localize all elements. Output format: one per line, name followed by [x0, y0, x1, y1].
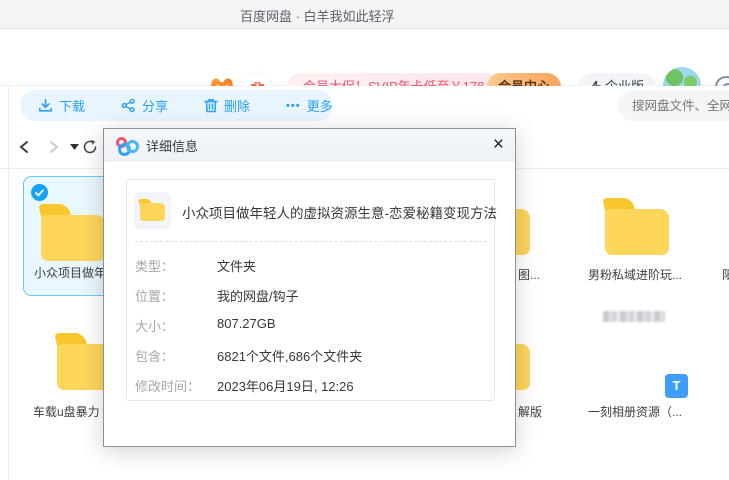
download-button[interactable]: 下载 — [20, 96, 103, 115]
share-icon — [121, 98, 136, 113]
folder-icon — [41, 204, 105, 261]
grid-item-label: 男粉私域进阶玩... — [588, 266, 682, 283]
toolbar-pill: 下载 分享 删除 — [20, 90, 333, 121]
detail-row-modified: 修改时间： 2023年06月19日, 12:26 — [135, 376, 487, 394]
header-bar: 会员大促！SVIP年卡低至￥178 会员中心 企业版 SVIP1 — [0, 29, 729, 86]
text-file-icon: T — [665, 374, 688, 398]
baidu-netdisk-window: 百度网盘 · 白羊我如此轻浮 会员大促！SVIP年卡低至￥178 — [0, 0, 729, 480]
delete-button[interactable]: 删除 — [186, 96, 268, 115]
grid-item-label: 解版 — [518, 403, 542, 420]
detail-row-location: 位置： 我的网盘/钩子 — [135, 286, 487, 304]
download-icon — [38, 98, 53, 113]
detail-row-type: 类型： 文件夹 — [135, 256, 487, 274]
details-modal: 详细信息 × 小众项目做年轻人的虚拟资源生意-恋爱秘籍变现方法 类型： 文件夹 … — [103, 128, 516, 447]
file-info-box: 小众项目做年轻人的虚拟资源生意-恋爱秘籍变现方法 类型： 文件夹 位置： 我的网… — [126, 179, 495, 401]
modal-title: 详细信息 — [146, 136, 198, 155]
more-button[interactable]: ••• 更多 — [268, 96, 351, 115]
checkmark-icon — [31, 184, 48, 201]
window-title: 百度网盘 · 白羊我如此轻浮 — [240, 6, 395, 25]
grid-item-label: 车载u盘暴力 — [33, 403, 100, 420]
baidu-netdisk-logo-icon — [116, 137, 138, 155]
action-toolbar: 下载 分享 删除 — [0, 86, 729, 126]
grid-item-label: 阳 — [722, 266, 729, 283]
grid-item-label: 一刻相册资源（... — [588, 403, 682, 420]
titlebar: 百度网盘 · 白羊我如此轻浮 — [0, 0, 729, 29]
refresh-button[interactable] — [80, 137, 100, 157]
forward-button[interactable] — [44, 137, 64, 157]
file-icon-tile — [134, 192, 171, 229]
share-button[interactable]: 分享 — [103, 96, 186, 115]
close-icon[interactable]: × — [493, 133, 504, 157]
left-edge-divider — [8, 86, 9, 480]
file-name: 小众项目做年轻人的虚拟资源生意-恋爱秘籍变现方法 — [182, 202, 497, 222]
modal-header: 详细信息 × — [104, 129, 515, 162]
folder-icon — [605, 198, 669, 255]
detail-row-contains: 包含： 6821个文件,686个文件夹 — [135, 346, 487, 364]
grid-item-label: 小众项目做年 — [34, 264, 106, 281]
blurred-text — [603, 311, 665, 322]
trash-icon — [204, 98, 218, 113]
folder-icon — [140, 199, 165, 221]
back-button[interactable] — [14, 137, 34, 157]
dashed-divider — [135, 241, 487, 242]
grid-item-label: 图... — [518, 266, 540, 283]
search-input[interactable] — [618, 90, 729, 121]
more-dots-icon: ••• — [286, 100, 301, 112]
detail-row-size: 大小： 807.27GB — [135, 316, 487, 334]
